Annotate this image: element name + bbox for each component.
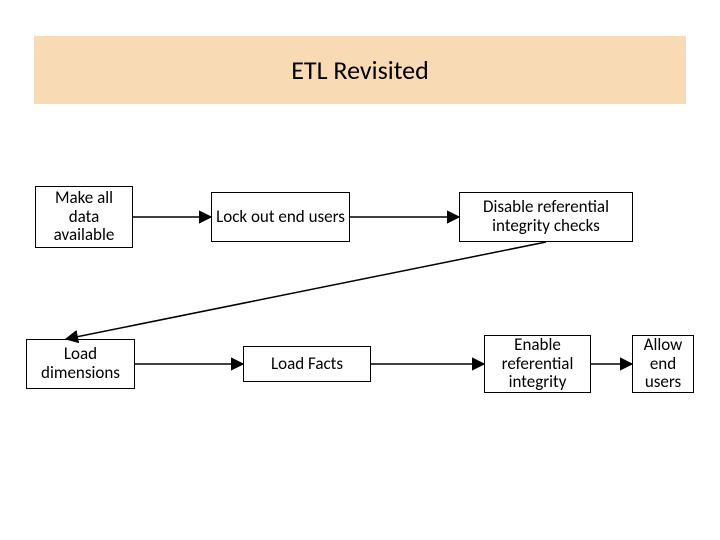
box-label: Load dimensions — [31, 345, 130, 382]
box-allow-users: Allow end users — [632, 335, 694, 393]
box-label: Lock out end users — [216, 208, 345, 227]
box-make-data: Make all data available — [35, 186, 133, 248]
box-load-dim: Load dimensions — [26, 339, 135, 389]
box-lock-out: Lock out end users — [211, 192, 350, 242]
box-label: Enable referential integrity — [489, 336, 586, 392]
box-disable-ri: Disable referential integrity checks — [459, 192, 633, 242]
arrow — [66, 242, 546, 339]
title-band: ETL Revisited — [34, 36, 686, 104]
box-label: Load Facts — [271, 355, 343, 374]
box-label: Disable referential integrity checks — [464, 198, 628, 235]
box-label: Make all data available — [40, 189, 128, 245]
box-label: Allow end users — [637, 336, 689, 392]
page-title: ETL Revisited — [291, 54, 429, 86]
box-enable-ri: Enable referential integrity — [484, 335, 591, 393]
box-load-facts: Load Facts — [243, 346, 371, 382]
